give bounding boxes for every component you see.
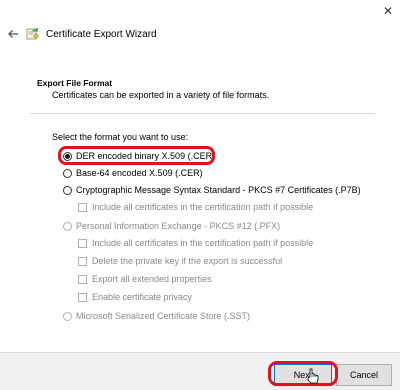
checkbox-pfx-include-path-label: Include all certificates in the certific… xyxy=(92,238,314,248)
option-base64-label: Base-64 encoded X.509 (.CER) xyxy=(76,168,203,178)
wizard-titlebar: Certificate Export Wizard xyxy=(0,22,400,46)
option-p7b-label: Cryptographic Message Syntax Standard - … xyxy=(76,185,361,195)
radio-sst xyxy=(63,311,72,321)
close-icon: ✕ xyxy=(382,4,394,18)
checkbox-pfx-delete-key: Delete the private key if the export is … xyxy=(78,256,282,266)
cancel-button[interactable]: Cancel xyxy=(336,364,392,386)
radio-p7b[interactable] xyxy=(63,185,72,195)
section-title: Export File Format xyxy=(37,78,113,88)
checkbox-pfx-privacy: Enable certificate privacy xyxy=(78,292,192,302)
format-prompt: Select the format you want to use: xyxy=(52,132,189,142)
radio-der[interactable] xyxy=(63,151,72,161)
certificate-icon xyxy=(26,27,39,40)
checkbox-pfx-delete-key-box xyxy=(78,256,87,266)
header-divider xyxy=(30,113,375,114)
next-button[interactable]: Next xyxy=(274,364,332,386)
option-p7b[interactable]: Cryptographic Message Syntax Standard - … xyxy=(63,185,361,195)
option-base64[interactable]: Base-64 encoded X.509 (.CER) xyxy=(63,168,203,178)
checkbox-pfx-privacy-box xyxy=(78,292,87,302)
checkbox-p7b-include-path: Include all certificates in the certific… xyxy=(78,202,313,212)
radio-pfx xyxy=(63,221,72,231)
option-pfx-label: Personal Information Exchange - PKCS #12… xyxy=(76,221,281,231)
option-sst: Microsoft Serialized Certificate Store (… xyxy=(63,311,250,321)
checkbox-pfx-delete-key-label: Delete the private key if the export is … xyxy=(92,256,283,266)
option-sst-label: Microsoft Serialized Certificate Store (… xyxy=(76,311,251,321)
option-der-label: DER encoded binary X.509 (.CER) xyxy=(76,151,216,161)
checkbox-pfx-privacy-label: Enable certificate privacy xyxy=(92,292,193,302)
wizard-title: Certificate Export Wizard xyxy=(46,28,157,40)
option-pfx: Personal Information Exchange - PKCS #12… xyxy=(63,221,280,231)
checkbox-p7b-include-path-label: Include all certificates in the certific… xyxy=(92,202,314,212)
option-der[interactable]: DER encoded binary X.509 (.CER) xyxy=(63,151,215,161)
checkbox-p7b-include-path-box xyxy=(78,202,87,212)
checkbox-pfx-export-properties: Export all extended properties xyxy=(78,274,212,284)
checkbox-pfx-export-properties-box xyxy=(78,274,87,284)
section-description: Certificates can be exported in a variet… xyxy=(52,90,270,100)
checkbox-pfx-include-path: Include all certificates in the certific… xyxy=(78,238,313,248)
checkbox-pfx-include-path-box xyxy=(78,238,87,248)
back-arrow-icon[interactable] xyxy=(6,27,20,41)
checkbox-pfx-export-properties-label: Export all extended properties xyxy=(92,274,212,284)
close-button[interactable]: ✕ xyxy=(380,4,396,18)
radio-base64[interactable] xyxy=(63,168,72,178)
